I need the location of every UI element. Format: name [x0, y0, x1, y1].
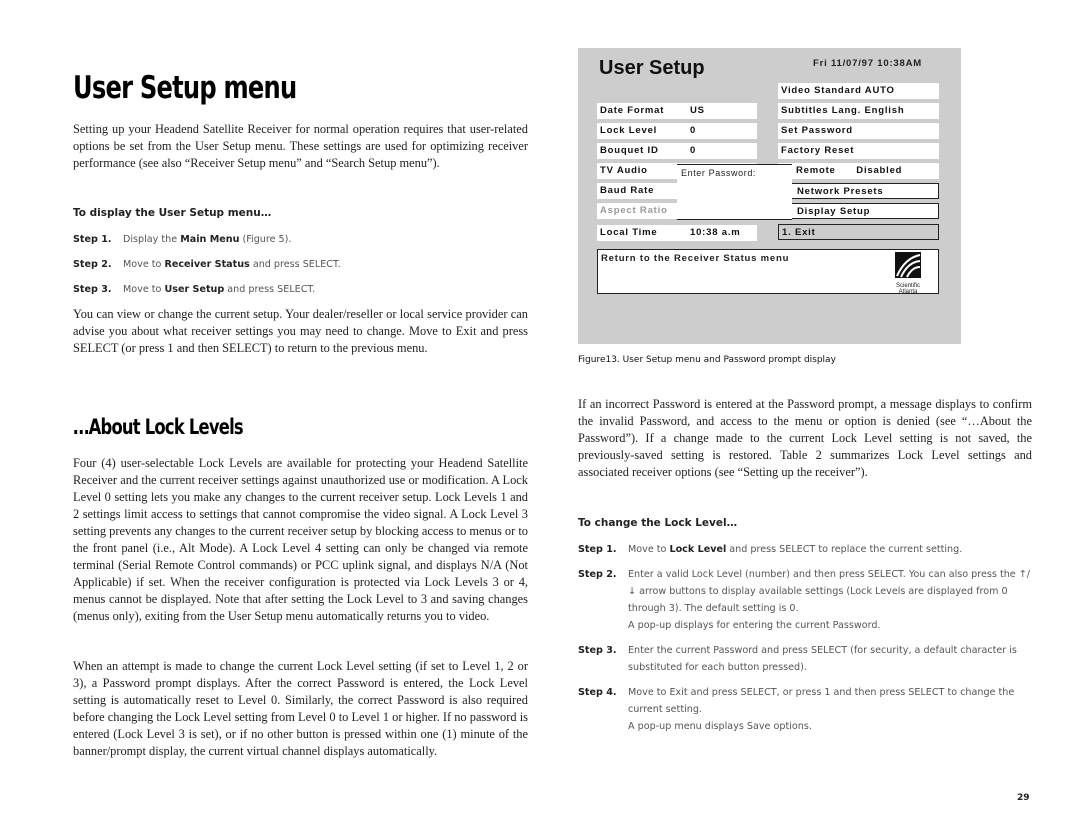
scientific-atlanta-logo: Scientific Atlanta: [888, 252, 928, 295]
menu-item-display-setup: Display Setup: [778, 203, 939, 219]
password-popup: Enter Password:: [677, 164, 792, 220]
menu-item-local-time: Local Time 10:38 a.m: [597, 225, 757, 241]
menu-item-set-password: Set Password: [778, 123, 939, 139]
screen-datetime: Fri 11/07/97 10:38AM: [813, 58, 922, 69]
menu-item-lock-level: Lock Level 0: [597, 123, 757, 139]
menu-item-remote-disabled: Remote Disabled: [778, 163, 939, 179]
help-text: Return to the Receiver Status menu: [601, 253, 790, 264]
change-step-1: Step 1. Move to Lock Level and press SELE…: [578, 544, 963, 555]
password-paragraph: If an incorrect Password is entered at t…: [578, 397, 1032, 479]
display-step-2: Step 2. Move to Receiver Status and press…: [73, 259, 341, 270]
view-paragraph: You can view or change the current setup…: [73, 307, 528, 355]
intro-paragraph: Setting up your Headend Satellite Receiv…: [73, 122, 528, 170]
lock-paragraph-2: When an attempt is made to change the cu…: [73, 659, 528, 758]
screen-title: User Setup: [599, 57, 705, 79]
change-step-2: Step 2. Enter a valid Lock Level (number)…: [578, 569, 1031, 631]
display-step-3: Step 3. Move to User Setup and press SELE…: [73, 284, 316, 295]
menu-item-date-format: Date Format US: [597, 103, 757, 119]
display-heading: To display the User Setup menu…: [73, 207, 272, 219]
change-heading: To change the Lock Level…: [578, 517, 738, 529]
user-setup-screenshot: User Setup Fri 11/07/97 10:38AM Date For…: [578, 48, 961, 344]
change-step-4: Step 4. Move to Exit and press SELECT, or…: [578, 687, 1015, 732]
menu-item-video-standard-auto: Video Standard AUTO: [778, 83, 939, 99]
manual-page: User Setup menu Setting up your Headend …: [0, 0, 1080, 834]
menu-item-bouquet-id: Bouquet ID 0: [597, 143, 757, 159]
lock-levels-title: …About Lock Levels: [73, 415, 244, 439]
menu-item-1-exit: 1. Exit: [778, 224, 939, 240]
password-prompt: Enter Password:: [681, 168, 757, 178]
page-number: 29: [1017, 793, 1030, 803]
change-step-3: Step 3. Enter the current Password and pr…: [578, 645, 1017, 673]
menu-item-factory-reset: Factory Reset: [778, 143, 939, 159]
page-title: User Setup menu: [73, 70, 297, 106]
menu-item-network-presets: Network Presets: [778, 183, 939, 199]
figure-caption: Figure13. User Setup menu and Password p…: [578, 355, 836, 365]
help-box: Return to the Receiver Status menu Scien…: [597, 249, 939, 295]
display-step-1: Step 1. Display the Main Menu (Figure 5).: [73, 234, 292, 245]
lock-paragraph-1: Four (4) user-selectable Lock Levels are…: [73, 456, 528, 623]
menu-item-subtitles-lang-english: Subtitles Lang. English: [778, 103, 939, 119]
